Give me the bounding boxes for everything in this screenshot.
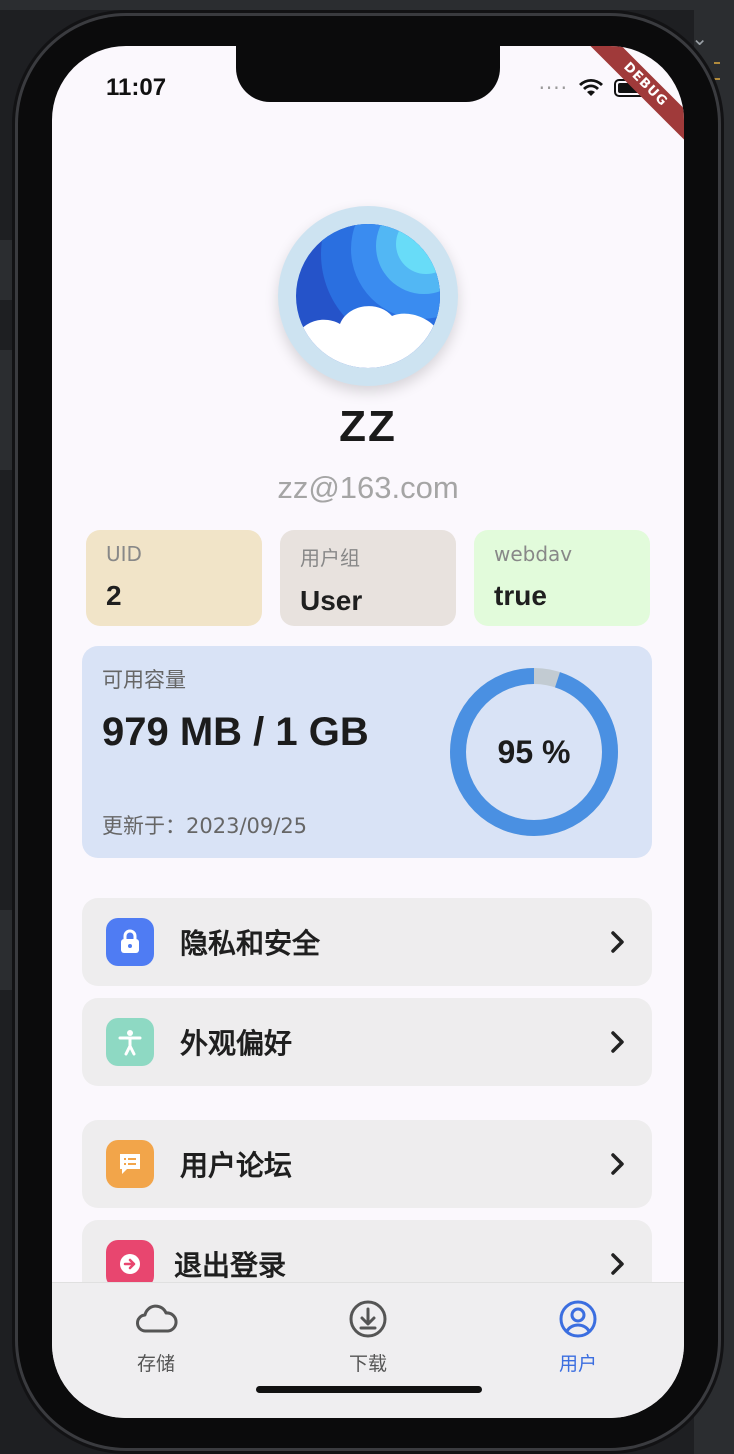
home-indicator	[256, 1386, 482, 1393]
app-screen: DEBUG 11:07 ···· ZZ zz@163.com UID 2 用户组…	[52, 46, 684, 1418]
tab-download[interactable]: 下载	[308, 1297, 428, 1376]
tab-user[interactable]: 用户	[518, 1297, 638, 1376]
tab-label: 下载	[348, 1353, 387, 1375]
accessibility-icon	[106, 1018, 154, 1066]
info-card-uid: UID 2	[86, 530, 262, 626]
storage-percent: 95 %	[497, 733, 571, 770]
phone-frame: DEBUG 11:07 ···· ZZ zz@163.com UID 2 用户组…	[18, 16, 718, 1448]
menu-item-privacy[interactable]: 隐私和安全	[82, 898, 652, 986]
user-circle-icon	[559, 1300, 597, 1338]
menu-item-forum[interactable]: 用户论坛	[82, 1120, 652, 1208]
info-card-label: webdav	[494, 542, 573, 566]
user-name: ZZ	[339, 402, 397, 451]
signal-dots-icon: ····	[538, 76, 568, 100]
wifi-icon	[579, 79, 603, 96]
bottom-tab-bar: 存储 下载 用户	[52, 1282, 684, 1418]
menu-item-label: 退出登录	[174, 1249, 287, 1282]
tab-label: 用户	[558, 1353, 597, 1375]
forum-icon	[106, 1140, 154, 1188]
storage-label: 可用容量	[102, 668, 186, 692]
storage-card: 可用容量 979 MB / 1 GB 更新于：2023/09/25 95 %	[82, 646, 652, 858]
editor-left-strip	[0, 350, 18, 470]
lock-icon	[106, 918, 154, 966]
chevron-right-icon	[611, 1253, 624, 1275]
logout-icon	[106, 1240, 154, 1288]
menu-item-appearance[interactable]: 外观偏好	[82, 998, 652, 1086]
download-icon	[349, 1300, 387, 1338]
editor-left-strip	[0, 910, 18, 990]
cloud-icon	[136, 1304, 178, 1333]
chevron-down-icon[interactable]: ⌄	[691, 26, 708, 50]
storage-updated: 更新于：2023/09/25	[102, 814, 308, 838]
info-card-value: 2	[106, 580, 122, 611]
tab-storage[interactable]: 存储	[96, 1297, 216, 1376]
chevron-right-icon	[611, 931, 624, 953]
tab-label: 存储	[136, 1353, 175, 1375]
editor-top-strip	[0, 0, 734, 10]
info-card-user-group: 用户组 User	[280, 530, 456, 626]
notch	[236, 46, 500, 102]
info-card-value: true	[494, 580, 547, 611]
info-card-label: UID	[106, 542, 142, 566]
chevron-right-icon	[611, 1031, 624, 1053]
menu-item-label: 隐私和安全	[180, 927, 321, 960]
avatar-image	[296, 224, 440, 368]
user-email: zz@163.com	[277, 470, 459, 505]
avatar[interactable]	[278, 206, 458, 386]
menu-item-label: 用户论坛	[180, 1149, 293, 1182]
storage-value: 979 MB / 1 GB	[102, 710, 369, 754]
info-card-webdav: webdav true	[474, 530, 650, 626]
info-card-value: User	[300, 585, 363, 616]
editor-marker	[714, 78, 720, 80]
editor-marker	[714, 62, 720, 64]
editor-left-strip	[0, 240, 18, 300]
info-card-label: 用户组	[300, 546, 360, 570]
chevron-right-icon	[611, 1153, 624, 1175]
status-time: 11:07	[106, 74, 167, 101]
menu-item-label: 外观偏好	[180, 1027, 293, 1060]
